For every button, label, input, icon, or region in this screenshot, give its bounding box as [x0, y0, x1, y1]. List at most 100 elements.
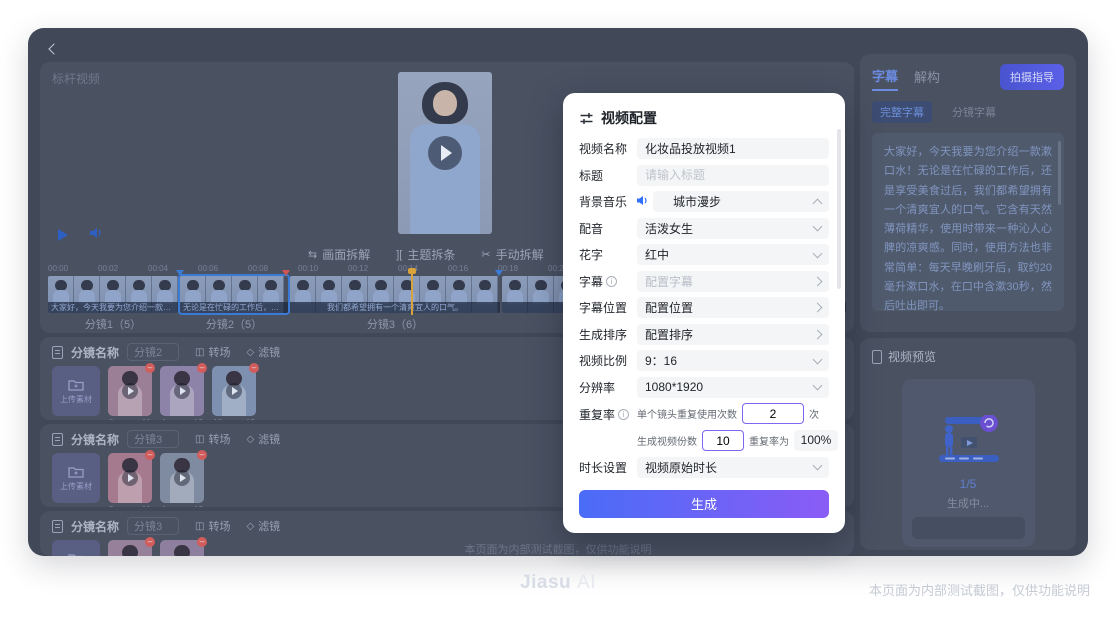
chevron-right-icon	[813, 276, 823, 286]
clip-item: –3sA1	[108, 453, 152, 507]
subtitle-pos-link[interactable]: 配置位置	[637, 297, 829, 318]
ruler-tick: 00:04	[148, 264, 168, 273]
copies-input[interactable]	[702, 430, 744, 451]
subtitle-pos-label: 字幕位置	[579, 299, 637, 316]
repeat-unit: 次	[809, 406, 819, 421]
player-controls	[58, 226, 104, 244]
gen-order-link[interactable]: 配置排序	[637, 324, 829, 345]
subtitle-config-link[interactable]: 配置字幕	[637, 271, 829, 292]
clip-play-icon[interactable]	[122, 383, 138, 399]
video-config-modal: 视频配置 视频名称 标题 背景音乐 城市漫步 配音 活泼女生	[563, 93, 845, 533]
clip-play-icon[interactable]	[174, 470, 190, 486]
clip-thumbnail[interactable]: –	[108, 453, 152, 503]
clip-thumbnail[interactable]: –	[160, 453, 204, 503]
clip-delete-icon[interactable]: –	[145, 363, 155, 373]
title-input[interactable]	[645, 168, 821, 182]
filter-icon: ◇	[246, 347, 254, 358]
chevron-down-icon	[813, 222, 823, 232]
video-name-input[interactable]	[645, 142, 821, 156]
play-icon[interactable]	[58, 229, 68, 241]
speaker-icon[interactable]	[637, 193, 649, 211]
video-name-field[interactable]	[637, 138, 829, 159]
subtab-full-caption[interactable]: 完整字幕	[872, 101, 932, 123]
subtab-shot-caption[interactable]: 分镜字幕	[944, 101, 1004, 123]
filter-button[interactable]: ◇滤镜	[246, 518, 280, 534]
transition-button[interactable]: ◫转场	[195, 431, 230, 447]
gen-order-label: 生成排序	[579, 326, 637, 343]
clip-delete-icon[interactable]: –	[249, 363, 259, 373]
filter-button[interactable]: ◇滤镜	[246, 431, 280, 447]
ratio-select[interactable]: 9：16	[637, 350, 829, 371]
split-frame-icon: ⇆	[308, 248, 317, 261]
topic-split-icon: ][	[396, 249, 402, 261]
upload-material-button[interactable]: 上传素材	[52, 366, 100, 416]
video-preview[interactable]	[398, 72, 492, 234]
split-marker-end-icon[interactable]	[282, 270, 290, 276]
resolution-label: 分辨率	[579, 379, 637, 396]
volume-icon[interactable]	[90, 226, 104, 244]
config-form: 视频名称 标题 背景音乐 城市漫步 配音 活泼女生 花字 红中	[579, 138, 829, 478]
shot-name-input[interactable]	[127, 343, 179, 361]
transition-icon: ◫	[195, 347, 204, 358]
clip-thumbnail[interactable]: –	[160, 366, 204, 416]
clip-play-icon[interactable]	[226, 383, 242, 399]
toolbar-topic-split-button[interactable]: ][主题拆条	[396, 246, 455, 263]
shooting-guide-button[interactable]: 拍摄指导	[1000, 64, 1064, 90]
toolbar-split-frame-button[interactable]: ⇆画面拆解	[308, 246, 370, 263]
generate-button[interactable]: 生成	[579, 490, 829, 518]
clip-delete-icon[interactable]: –	[197, 450, 207, 460]
clip-item: – 0sA1	[108, 366, 152, 420]
timeline-segment[interactable]: 无论是在忙碌的工作后，还是享受美食过后。	[180, 276, 288, 313]
clip-duration: 3s	[109, 505, 117, 507]
app-window: 标杆视频 ⇆画面拆解 ][主题拆条 ✂手动拆解 ⌫删除拆分点 ↻	[28, 28, 1088, 556]
clip-play-icon[interactable]	[174, 383, 190, 399]
upload-label: 上传素材	[60, 481, 92, 492]
clip-tag: A2	[193, 505, 203, 507]
resolution-select[interactable]: 1080*1920	[637, 377, 829, 398]
tab-subtitle[interactable]: 字幕	[872, 66, 898, 91]
segment-label: 分镜1（5）	[85, 316, 141, 332]
playhead[interactable]	[411, 272, 413, 315]
title-field[interactable]	[637, 165, 829, 186]
toolbar-manual-split-button[interactable]: ✂手动拆解	[481, 246, 543, 263]
tab-deconstruct[interactable]: 解构	[914, 67, 940, 90]
clip-thumbnail[interactable]: –	[212, 366, 256, 416]
clip-meta: 10sA3	[212, 416, 256, 420]
clip-delete-icon[interactable]: –	[145, 450, 155, 460]
split-marker-start-icon[interactable]	[176, 270, 184, 276]
shot-name-input[interactable]	[127, 517, 179, 535]
clip-duration: 4s	[161, 505, 169, 507]
clip-play-icon[interactable]	[122, 470, 138, 486]
split-marker-icon[interactable]	[495, 270, 503, 276]
back-icon	[48, 43, 59, 54]
clip-meta: 0sA1	[108, 416, 152, 420]
modal-scrollbar[interactable]	[837, 129, 841, 289]
clip-duration: 0s	[109, 418, 117, 420]
duration-select[interactable]: 视频原始时长	[637, 457, 829, 478]
upload-material-button[interactable]: 上传素材	[52, 453, 100, 503]
transition-button[interactable]: ◫转场	[195, 518, 230, 534]
footer-note: 本页面为内部测试截图，仅供功能说明	[869, 580, 1090, 599]
internal-note: 本页面为内部测试截图，仅供功能说明	[28, 541, 1088, 556]
ruler-tick: 00:12	[348, 264, 368, 273]
timeline-segment[interactable]: 我们都希望拥有一个清爽宜人的口气。	[290, 276, 500, 313]
clip-duration: 10s	[213, 418, 226, 420]
filter-button[interactable]: ◇滤镜	[246, 344, 280, 360]
voice-select[interactable]: 活泼女生	[637, 218, 829, 239]
transition-button[interactable]: ◫转场	[195, 344, 230, 360]
caption-scrollbar[interactable]	[1058, 141, 1061, 205]
clip-thumbnail[interactable]: –	[108, 366, 152, 416]
repeat-count-input[interactable]	[742, 403, 804, 424]
chevron-right-icon	[813, 329, 823, 339]
chevron-down-icon	[813, 354, 823, 364]
back-button[interactable]	[46, 40, 64, 58]
ruler-tick: 00:08	[248, 264, 268, 273]
subtitle-label: 字幕i	[579, 273, 637, 290]
copies-hint: 生成视频份数	[637, 433, 697, 448]
fancy-text-select[interactable]: 红中	[637, 244, 829, 265]
shot-name-input[interactable]	[127, 430, 179, 448]
bgm-select[interactable]: 城市漫步	[653, 191, 829, 212]
clip-delete-icon[interactable]: –	[197, 363, 207, 373]
timeline-segment[interactable]: 大家好，今天我要为您介绍一款漱口水！	[48, 276, 178, 313]
play-overlay-icon[interactable]	[428, 136, 462, 170]
